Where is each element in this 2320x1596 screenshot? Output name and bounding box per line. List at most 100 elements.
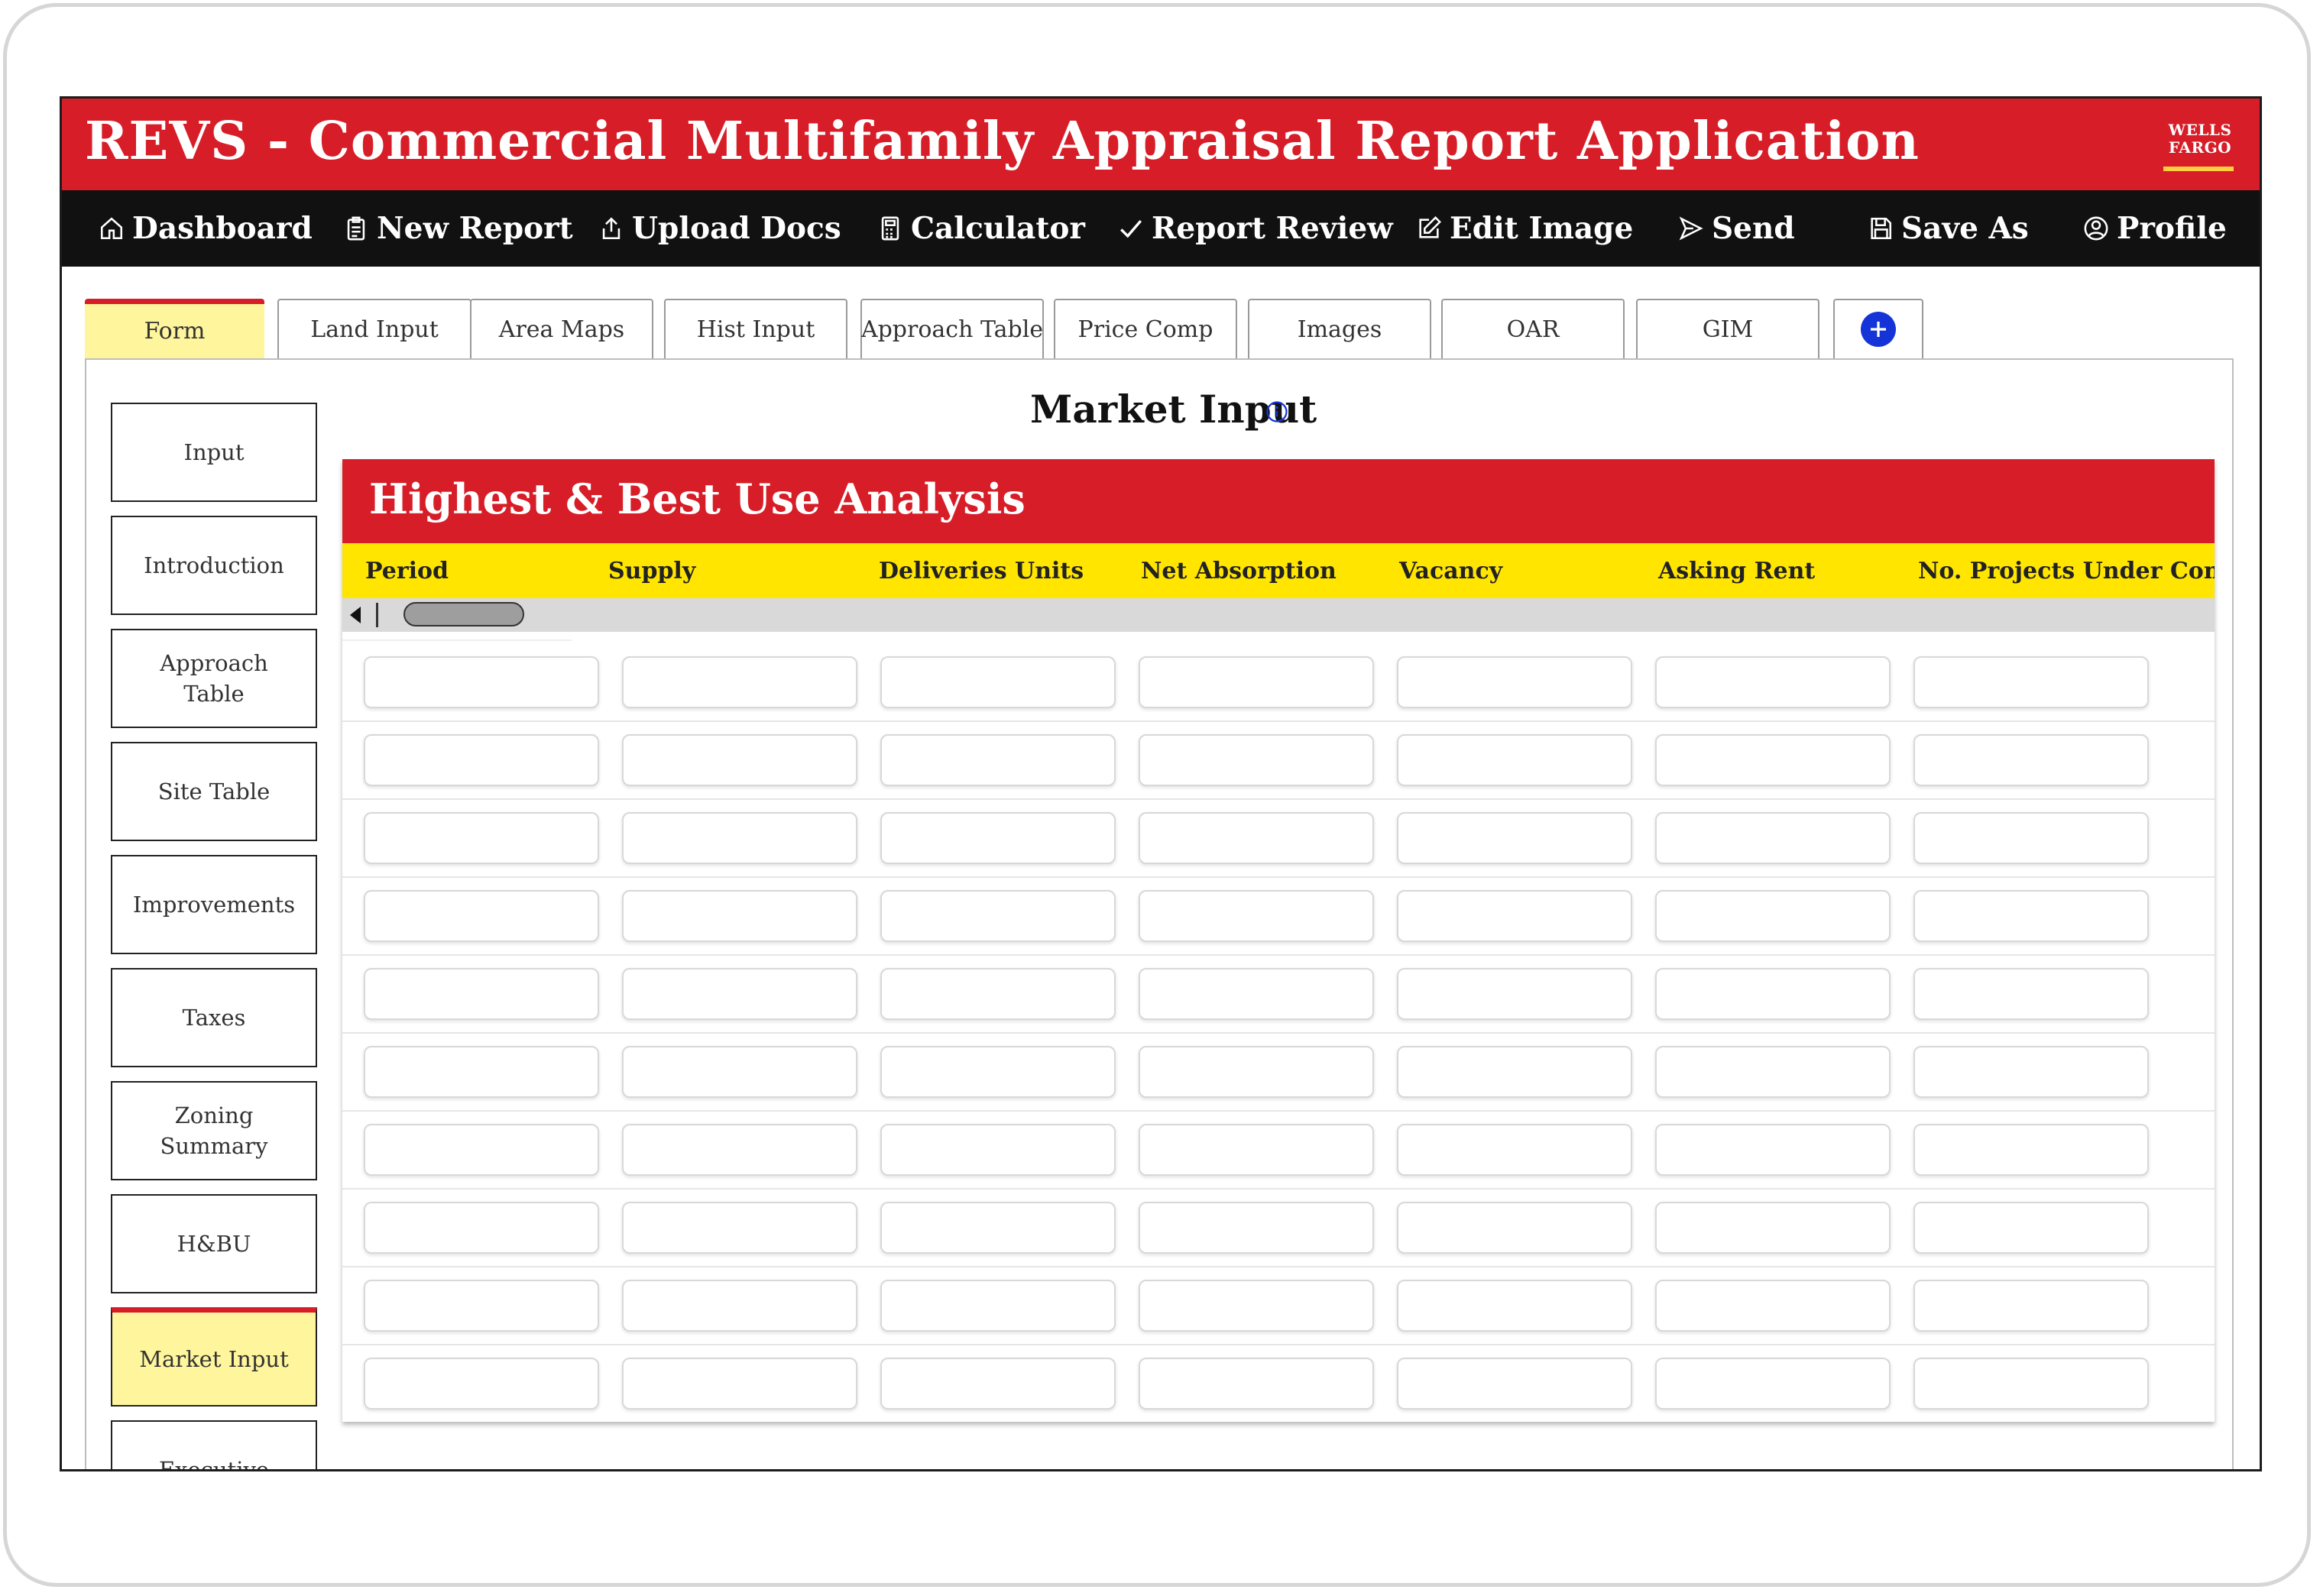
table-cell-input[interactable] bbox=[880, 1124, 1116, 1176]
nav-send[interactable]: Send bbox=[1678, 190, 1795, 267]
tab-land-input[interactable]: Land Input bbox=[277, 299, 471, 358]
table-cell-input[interactable] bbox=[364, 1358, 599, 1410]
table-cell-input[interactable] bbox=[1913, 890, 2149, 942]
table-cell-input[interactable] bbox=[1397, 1046, 1632, 1098]
table-cell-input[interactable] bbox=[1655, 734, 1891, 786]
tab-oar[interactable]: OAR bbox=[1441, 299, 1625, 358]
table-cell-input[interactable] bbox=[622, 734, 857, 786]
sidebar-item-improvements[interactable]: Improvements bbox=[111, 855, 317, 954]
sidebar-item-approach-table[interactable]: Approach Table bbox=[111, 629, 317, 728]
table-cell-input[interactable] bbox=[880, 1280, 1116, 1332]
table-cell-input[interactable] bbox=[364, 734, 599, 786]
table-cell-input[interactable] bbox=[364, 968, 599, 1020]
table-cell-input[interactable] bbox=[622, 1280, 857, 1332]
table-cell-input[interactable] bbox=[1913, 1202, 2149, 1254]
sidebar-item-zoning-summary[interactable]: Zoning Summary bbox=[111, 1081, 317, 1180]
table-cell-input[interactable] bbox=[1139, 734, 1374, 786]
tab-area-maps[interactable]: Area Maps bbox=[470, 299, 653, 358]
sidebar-item-executive[interactable]: Executive bbox=[111, 1420, 317, 1469]
table-cell-input[interactable] bbox=[1655, 1280, 1891, 1332]
table-cell-input[interactable] bbox=[1913, 812, 2149, 864]
nav-profile[interactable]: Profile bbox=[2083, 190, 2227, 267]
nav-new-report[interactable]: New Report bbox=[343, 190, 573, 267]
table-cell-input[interactable] bbox=[1655, 1124, 1891, 1176]
nav-calculator[interactable]: Calculator bbox=[877, 190, 1085, 267]
table-cell-input[interactable] bbox=[622, 968, 857, 1020]
info-icon[interactable] bbox=[1265, 400, 1288, 423]
table-cell-input[interactable] bbox=[1397, 734, 1632, 786]
table-cell-input[interactable] bbox=[1397, 656, 1632, 708]
table-cell-input[interactable] bbox=[364, 812, 599, 864]
table-cell-input[interactable] bbox=[880, 656, 1116, 708]
table-cell-input[interactable] bbox=[880, 812, 1116, 864]
table-cell-input[interactable] bbox=[880, 890, 1116, 942]
table-cell-input[interactable] bbox=[880, 968, 1116, 1020]
table-cell-input[interactable] bbox=[1397, 1358, 1632, 1410]
table-cell-input[interactable] bbox=[622, 1202, 857, 1254]
table-cell-input[interactable] bbox=[1913, 968, 2149, 1020]
table-cell-input[interactable] bbox=[1397, 890, 1632, 942]
table-cell-input[interactable] bbox=[880, 734, 1116, 786]
table-cell-input[interactable] bbox=[880, 1358, 1116, 1410]
table-cell-input[interactable] bbox=[1139, 1046, 1374, 1098]
horizontal-scrollbar[interactable] bbox=[342, 598, 2215, 632]
table-cell-input[interactable] bbox=[364, 1280, 599, 1332]
table-cell-input[interactable] bbox=[1913, 734, 2149, 786]
table-cell-input[interactable] bbox=[622, 656, 857, 708]
table-cell-input[interactable] bbox=[622, 890, 857, 942]
table-cell-input[interactable] bbox=[1913, 1046, 2149, 1098]
table-cell-input[interactable] bbox=[1397, 812, 1632, 864]
nav-edit-image[interactable]: Edit Image bbox=[1416, 190, 1633, 267]
table-cell-input[interactable] bbox=[1397, 968, 1632, 1020]
scrollbar-thumb[interactable] bbox=[403, 602, 524, 626]
table-cell-input[interactable] bbox=[622, 812, 857, 864]
nav-upload-docs[interactable]: Upload Docs bbox=[598, 190, 841, 267]
tab-approach-table[interactable]: Approach Table bbox=[860, 299, 1044, 358]
table-cell-input[interactable] bbox=[1655, 1202, 1891, 1254]
table-cell-input[interactable] bbox=[1397, 1202, 1632, 1254]
sidebar-item-introduction[interactable]: Introduction bbox=[111, 516, 317, 615]
table-cell-input[interactable] bbox=[1139, 656, 1374, 708]
table-cell-input[interactable] bbox=[622, 1046, 857, 1098]
tab-images[interactable]: Images bbox=[1248, 299, 1431, 358]
table-cell-input[interactable] bbox=[1655, 1358, 1891, 1410]
tab-form[interactable]: Form bbox=[85, 299, 264, 358]
sidebar-item-market-input[interactable]: Market Input bbox=[111, 1307, 317, 1407]
table-cell-input[interactable] bbox=[1397, 1124, 1632, 1176]
nav-save-as[interactable]: Save As bbox=[1868, 190, 2029, 267]
table-cell-input[interactable] bbox=[1655, 968, 1891, 1020]
table-cell-input[interactable] bbox=[1139, 1280, 1374, 1332]
table-cell-input[interactable] bbox=[1913, 1124, 2149, 1176]
table-cell-input[interactable] bbox=[364, 1124, 599, 1176]
nav-report-review[interactable]: Report Review bbox=[1118, 190, 1393, 267]
nav-dashboard[interactable]: Dashboard bbox=[99, 190, 313, 267]
tab-add[interactable] bbox=[1833, 299, 1923, 358]
scroll-left-arrow-icon[interactable] bbox=[350, 607, 361, 623]
sidebar-item-input[interactable]: Input bbox=[111, 403, 317, 502]
table-cell-input[interactable] bbox=[880, 1202, 1116, 1254]
sidebar-item-taxes[interactable]: Taxes bbox=[111, 968, 317, 1067]
table-cell-input[interactable] bbox=[1655, 812, 1891, 864]
table-cell-input[interactable] bbox=[364, 1046, 599, 1098]
table-cell-input[interactable] bbox=[364, 656, 599, 708]
table-cell-input[interactable] bbox=[1397, 1280, 1632, 1332]
table-cell-input[interactable] bbox=[364, 1202, 599, 1254]
table-cell-input[interactable] bbox=[1139, 1358, 1374, 1410]
table-cell-input[interactable] bbox=[1139, 1202, 1374, 1254]
table-cell-input[interactable] bbox=[1913, 1358, 2149, 1410]
table-cell-input[interactable] bbox=[1139, 890, 1374, 942]
table-cell-input[interactable] bbox=[1913, 1280, 2149, 1332]
table-cell-input[interactable] bbox=[1655, 1046, 1891, 1098]
tab-price-comp[interactable]: Price Comp bbox=[1054, 299, 1237, 358]
table-cell-input[interactable] bbox=[1655, 656, 1891, 708]
table-cell-input[interactable] bbox=[1655, 890, 1891, 942]
sidebar-item-hbu[interactable]: H&BU bbox=[111, 1194, 317, 1293]
table-cell-input[interactable] bbox=[880, 1046, 1116, 1098]
tab-gim[interactable]: GIM bbox=[1636, 299, 1819, 358]
table-cell-input[interactable] bbox=[364, 890, 599, 942]
table-cell-input[interactable] bbox=[622, 1358, 857, 1410]
table-cell-input[interactable] bbox=[1139, 968, 1374, 1020]
table-cell-input[interactable] bbox=[1139, 1124, 1374, 1176]
table-cell-input[interactable] bbox=[622, 1124, 857, 1176]
sidebar-item-site-table[interactable]: Site Table bbox=[111, 742, 317, 841]
